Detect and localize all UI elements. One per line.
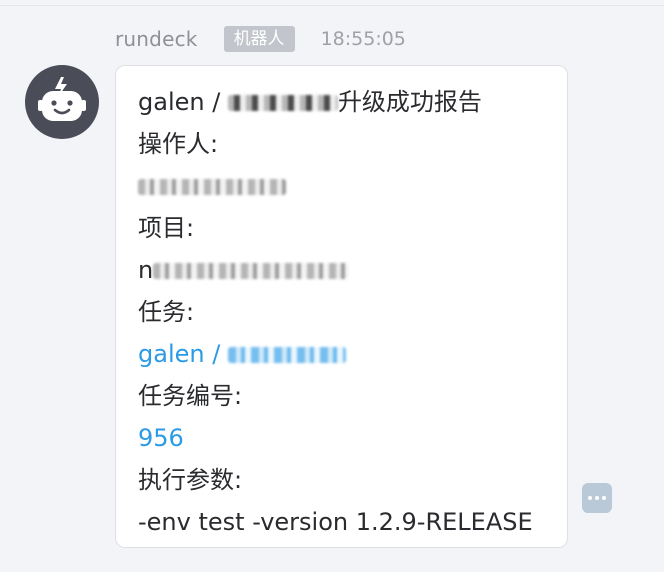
task-link-prefix[interactable]: galen / — [138, 340, 228, 368]
bot-badge: 机器人 — [223, 26, 295, 52]
title-prefix: galen / — [138, 88, 228, 116]
message-meta: rundeck 机器人 18:55:05 — [115, 24, 406, 54]
report-title: galen / 升级成功报告 — [138, 81, 567, 123]
operator-value — [138, 165, 567, 207]
title-suffix: 升级成功报告 — [337, 88, 482, 116]
task-link[interactable]: galen / — [138, 333, 567, 375]
params-label: 执行参数: — [138, 466, 243, 494]
task-number-label: 任务编号: — [138, 382, 243, 410]
message-time: 18:55:05 — [320, 28, 406, 50]
redacted-task-name[interactable] — [227, 347, 346, 363]
task-number-link[interactable]: 956 — [138, 417, 567, 459]
robot-avatar[interactable] — [25, 65, 99, 139]
robot-icon — [38, 77, 86, 121]
more-dots-icon — [588, 496, 592, 500]
top-divider — [0, 5, 664, 6]
sender-name[interactable]: rundeck — [115, 27, 198, 51]
more-actions-button[interactable] — [582, 483, 612, 513]
project-value: n — [138, 249, 567, 291]
params-value: -env test -version 1.2.9-RELEASE — [138, 508, 533, 536]
operator-label: 操作人: — [138, 130, 219, 158]
redacted-project — [153, 263, 350, 279]
project-label: 项目: — [138, 214, 195, 242]
message-bubble: galen / 升级成功报告 操作人: 项目: n 任务: galen / 任务… — [115, 65, 568, 548]
redacted-operator — [138, 179, 286, 195]
task-label: 任务: — [138, 298, 195, 326]
redacted-job-name — [227, 95, 338, 111]
project-value-visible: n — [138, 256, 154, 284]
